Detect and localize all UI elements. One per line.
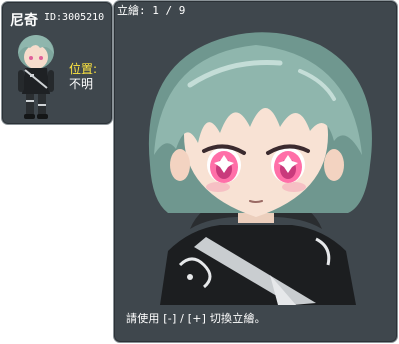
portrait-switch-hint: 請使用 [-] / [+] 切換立繪。 <box>126 312 266 325</box>
character-avatar-sprite <box>18 35 54 119</box>
portrait-viewer-panel: 立繪: 1 / 9 請使用 [-] / [+] 切換立繪。 <box>113 0 398 343</box>
character-id: ID:3005210 <box>44 12 105 23</box>
character-illustration <box>148 32 372 305</box>
character-name: 尼奇 <box>10 13 38 29</box>
character-info-panel: 尼奇 ID:3005210 位置: 不明 <box>1 1 113 125</box>
location-value: 不明 <box>69 77 94 91</box>
